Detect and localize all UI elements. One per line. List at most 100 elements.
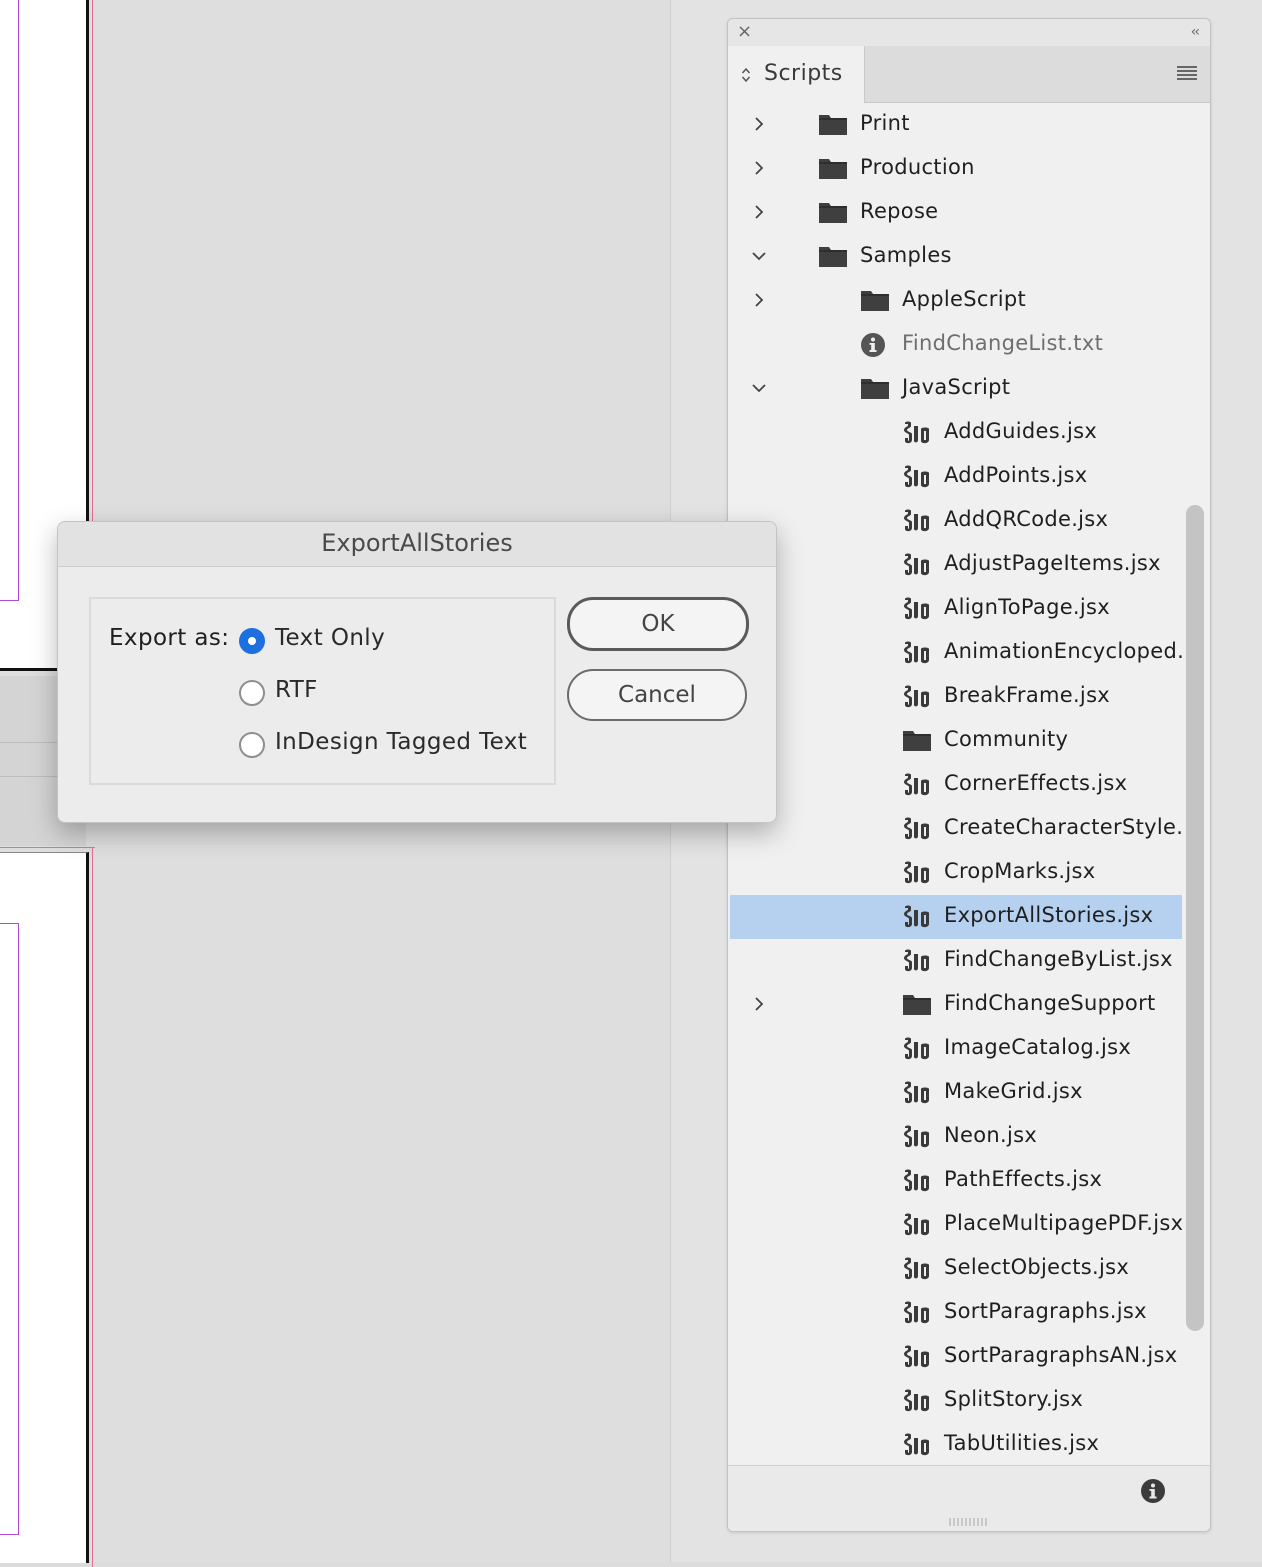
tree-item-label: PathEffects.jsx <box>944 1167 1103 1191</box>
tree-row-adjustpageitems-jsx[interactable]: AdjustPageItems.jsx <box>730 543 1182 588</box>
javascript-file-icon <box>902 420 932 446</box>
radio-indesign-tagged-text[interactable]: InDesign Tagged Text <box>237 729 557 761</box>
tree-item-label: AppleScript <box>902 287 1026 311</box>
tree-row-repose[interactable]: Repose <box>730 191 1182 236</box>
collapse-panel-icon[interactable]: ‹‹ <box>1191 24 1200 40</box>
tree-item-label: AddGuides.jsx <box>944 419 1098 443</box>
export-options-group: Export as: Text Only RTF InDesign Tagged… <box>89 597 556 785</box>
tree-row-neon-jsx[interactable]: Neon.jsx <box>730 1115 1182 1160</box>
close-icon[interactable]: × <box>737 23 753 41</box>
tree-item-label: AddQRCode.jsx <box>944 507 1109 531</box>
tree-item-label: SplitStory.jsx <box>944 1387 1084 1411</box>
javascript-file-icon <box>902 552 932 578</box>
javascript-file-icon <box>902 640 932 666</box>
tree-item-label: Production <box>860 155 975 179</box>
tree-row-aligntopage-jsx[interactable]: AlignToPage.jsx <box>730 587 1182 632</box>
tree-row-community[interactable]: Community <box>730 719 1182 764</box>
tree-item-label: BreakFrame.jsx <box>944 683 1111 707</box>
tree-item-label: ExportAllStories.jsx <box>944 903 1154 927</box>
tree-row-animationencycloped[interactable]: AnimationEncycloped... <box>730 631 1182 676</box>
javascript-file-icon <box>902 1300 932 1326</box>
chevron-right-icon[interactable] <box>750 291 768 309</box>
page-margin-guide <box>0 0 19 601</box>
tree-item-label: CropMarks.jsx <box>944 859 1096 883</box>
up-down-chevron-icon <box>741 67 751 83</box>
scripts-tree: Print Production Repose Samples AppleScript F… <box>730 103 1182 1465</box>
javascript-file-icon <box>902 684 932 710</box>
tree-item-label: FindChangeList.txt <box>902 331 1104 355</box>
tree-row-production[interactable]: Production <box>730 147 1182 192</box>
tree-item-label: SortParagraphs.jsx <box>944 1299 1147 1323</box>
tree-item-label: FindChangeSupport <box>944 991 1156 1015</box>
javascript-file-icon <box>902 508 932 534</box>
panel-titlebar[interactable]: × ‹‹ <box>728 19 1210 46</box>
tree-item-label: JavaScript <box>902 375 1011 399</box>
tree-row-print[interactable]: Print <box>730 103 1182 148</box>
radio-rtf[interactable]: RTF <box>237 677 557 709</box>
folder-icon <box>902 992 932 1018</box>
dialog-title: ExportAllStories <box>321 529 513 557</box>
panel-tab-strip: Scripts <box>728 46 1210 103</box>
radio-button[interactable] <box>239 680 265 706</box>
javascript-file-icon <box>902 1344 932 1370</box>
tree-row-createcharacterstyle[interactable]: CreateCharacterStyle.... <box>730 807 1182 852</box>
chevron-right-icon[interactable] <box>750 995 768 1013</box>
tree-row-placemultipagepdf-jsx[interactable]: PlaceMultipagePDF.jsx <box>730 1203 1182 1248</box>
tab-scripts[interactable]: Scripts <box>728 46 865 103</box>
chevron-right-icon[interactable] <box>750 203 768 221</box>
tree-row-sortparagraphsan-jsx[interactable]: SortParagraphsAN.jsx <box>730 1335 1182 1380</box>
javascript-file-icon <box>902 464 932 490</box>
tree-row-addguides-jsx[interactable]: AddGuides.jsx <box>730 411 1182 456</box>
radio-button[interactable] <box>239 628 265 654</box>
javascript-file-icon <box>902 860 932 886</box>
tree-row-javascript[interactable]: JavaScript <box>730 367 1182 412</box>
tree-row-selectobjects-jsx[interactable]: SelectObjects.jsx <box>730 1247 1182 1292</box>
scrollbar-thumb[interactable] <box>1186 505 1204 1331</box>
tree-row-findchangesupport[interactable]: FindChangeSupport <box>730 983 1182 1028</box>
dialog-titlebar[interactable]: ExportAllStories <box>58 522 776 567</box>
tree-row-addpoints-jsx[interactable]: AddPoints.jsx <box>730 455 1182 500</box>
tree-row-splitstory-jsx[interactable]: SplitStory.jsx <box>730 1379 1182 1424</box>
tree-item-label: AdjustPageItems.jsx <box>944 551 1161 575</box>
javascript-file-icon <box>902 1124 932 1150</box>
tree-row-applescript[interactable]: AppleScript <box>730 279 1182 324</box>
javascript-file-icon <box>902 1432 932 1458</box>
tree-row-tabutilities-jsx[interactable]: TabUtilities.jsx <box>730 1423 1182 1465</box>
page-margin-guide <box>0 923 19 1535</box>
tree-row-samples[interactable]: Samples <box>730 235 1182 280</box>
tree-row-cornereffects-jsx[interactable]: CornerEffects.jsx <box>730 763 1182 808</box>
panel-menu-icon[interactable] <box>1177 66 1197 80</box>
cancel-button[interactable]: Cancel <box>567 669 747 721</box>
info-icon[interactable] <box>1140 1478 1166 1504</box>
tree-row-addqrcode-jsx[interactable]: AddQRCode.jsx <box>730 499 1182 544</box>
ok-button[interactable]: OK <box>567 597 749 651</box>
radio-label: RTF <box>275 677 318 703</box>
bleed-guide <box>92 847 93 1567</box>
chevron-right-icon[interactable] <box>750 159 768 177</box>
tree-row-sortparagraphs-jsx[interactable]: SortParagraphs.jsx <box>730 1291 1182 1336</box>
export-as-label: Export as: <box>109 625 230 651</box>
tree-item-label: Community <box>944 727 1069 751</box>
tree-row-imagecatalog-jsx[interactable]: ImageCatalog.jsx <box>730 1027 1182 1072</box>
tree-row-cropmarks-jsx[interactable]: CropMarks.jsx <box>730 851 1182 896</box>
chevron-right-icon[interactable] <box>750 115 768 133</box>
tree-item-label: TabUtilities.jsx <box>944 1431 1100 1455</box>
tree-row-breakframe-jsx[interactable]: BreakFrame.jsx <box>730 675 1182 720</box>
chevron-down-icon[interactable] <box>750 247 768 265</box>
radio-button[interactable] <box>239 732 265 758</box>
javascript-file-icon <box>902 1388 932 1414</box>
bleed-guide <box>0 847 95 848</box>
resize-grip-icon[interactable] <box>948 1518 988 1526</box>
tree-item-label: MakeGrid.jsx <box>944 1079 1083 1103</box>
tree-item-label: CornerEffects.jsx <box>944 771 1128 795</box>
javascript-file-icon <box>902 1212 932 1238</box>
tree-row-exportallstories-jsx[interactable]: ExportAllStories.jsx <box>730 895 1182 940</box>
javascript-file-icon <box>902 1168 932 1194</box>
javascript-file-icon <box>902 1036 932 1062</box>
tree-row-findchangelist-txt[interactable]: FindChangeList.txt <box>730 323 1182 368</box>
tree-row-makegrid-jsx[interactable]: MakeGrid.jsx <box>730 1071 1182 1116</box>
radio-text-only[interactable]: Text Only <box>237 625 557 657</box>
tree-row-patheffects-jsx[interactable]: PathEffects.jsx <box>730 1159 1182 1204</box>
tree-row-findchangebylist-jsx[interactable]: FindChangeByList.jsx <box>730 939 1182 984</box>
chevron-down-icon[interactable] <box>750 379 768 397</box>
